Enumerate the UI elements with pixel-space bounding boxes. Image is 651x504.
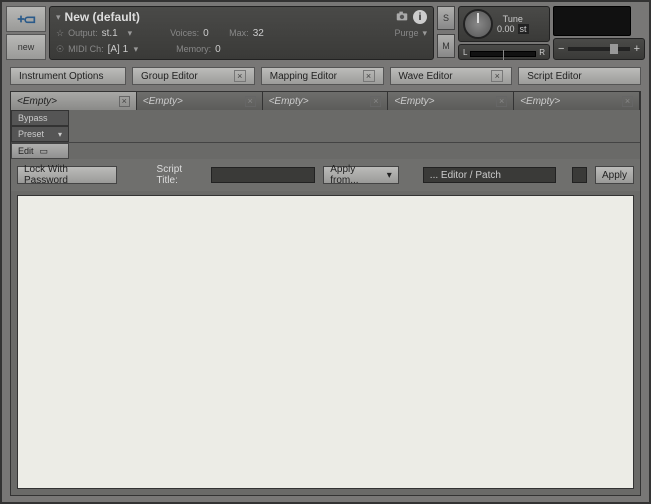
chevron-down-icon[interactable]: ▾ bbox=[56, 12, 61, 23]
chevron-down-icon[interactable]: ▾ bbox=[422, 28, 427, 39]
script-editor-label: Script Editor bbox=[527, 71, 581, 82]
tune-panel: Tune 0.00 st bbox=[458, 6, 550, 42]
editor-tabs-bar: Instrument Options Group Editor × Mapping… bbox=[2, 64, 649, 91]
volume-slider[interactable] bbox=[568, 47, 629, 51]
edit-label: Edit bbox=[18, 146, 34, 156]
editor-patch-label: ... Editor / Patch bbox=[430, 170, 501, 181]
bypass-label: Bypass bbox=[18, 113, 48, 123]
edit-button[interactable]: Edit ▭ bbox=[11, 143, 69, 159]
midi-label: MIDI Ch: bbox=[68, 44, 104, 54]
chevron-down-icon[interactable]: ▾ bbox=[134, 44, 139, 55]
meter-right-label: R bbox=[539, 48, 545, 57]
voices-max-value[interactable]: 32 bbox=[253, 28, 275, 39]
chevron-down-icon: ▾ bbox=[58, 130, 62, 139]
volume-plus[interactable]: + bbox=[634, 43, 640, 55]
script-tab-1[interactable]: <Empty> × bbox=[11, 92, 137, 110]
script-tab-3[interactable]: <Empty> × bbox=[263, 92, 389, 110]
volume-slider-row: − + bbox=[553, 38, 645, 60]
close-icon[interactable]: × bbox=[363, 70, 375, 82]
wrench-icon[interactable] bbox=[6, 6, 46, 32]
output-label: ☆ bbox=[56, 28, 64, 39]
mute-button[interactable]: M bbox=[437, 34, 455, 58]
tune-label: Tune bbox=[503, 14, 523, 24]
tab-label: <Empty> bbox=[17, 96, 57, 107]
apply-from-label: Apply from... bbox=[330, 164, 383, 186]
instrument-header: new ▾ New (default) i ☆ Output: st.1 ▾ bbox=[2, 2, 649, 64]
apply-from-dropdown[interactable]: Apply from... ▾ bbox=[323, 166, 399, 184]
group-editor-button[interactable]: Group Editor × bbox=[132, 67, 255, 85]
script-canvas bbox=[17, 195, 634, 489]
memory-label: Memory: bbox=[176, 44, 211, 54]
script-title-label: Script Title: bbox=[157, 164, 204, 186]
wave-editor-button[interactable]: Wave Editor × bbox=[390, 67, 513, 85]
close-icon[interactable]: × bbox=[245, 96, 256, 107]
edit-page-icon: ▭ bbox=[40, 146, 49, 157]
wave-editor-label: Wave Editor bbox=[399, 71, 453, 82]
output-label-text: Output: bbox=[68, 28, 98, 38]
apply-label: Apply bbox=[602, 170, 627, 181]
script-tabs: <Empty> × <Empty> × <Empty> × <Empty> × <Emp… bbox=[11, 92, 640, 110]
close-icon[interactable]: × bbox=[370, 96, 381, 107]
script-toolbar: Lock With Password Script Title: Apply f… bbox=[11, 159, 640, 191]
instrument-title[interactable]: New (default) bbox=[65, 10, 140, 24]
midi-value[interactable]: [A] 1 bbox=[108, 44, 130, 55]
output-value[interactable]: st.1 bbox=[102, 28, 124, 39]
volume-minus[interactable]: − bbox=[558, 43, 564, 55]
camera-icon[interactable] bbox=[395, 9, 409, 26]
close-icon[interactable]: × bbox=[119, 96, 130, 107]
script-tab-2[interactable]: <Empty> × bbox=[137, 92, 263, 110]
apply-button[interactable]: Apply bbox=[595, 166, 634, 184]
close-icon[interactable]: × bbox=[622, 96, 633, 107]
editor-patch-field[interactable]: ... Editor / Patch bbox=[423, 167, 556, 183]
instrument-options-label: Instrument Options bbox=[19, 71, 103, 82]
close-icon[interactable]: × bbox=[491, 70, 503, 82]
new-instrument-button[interactable]: new bbox=[6, 34, 46, 60]
memory-value: 0 bbox=[215, 44, 237, 55]
tune-unit: st bbox=[518, 24, 529, 34]
tab-label: <Empty> bbox=[520, 96, 560, 107]
close-icon[interactable]: × bbox=[639, 4, 645, 15]
tune-knob[interactable] bbox=[463, 9, 493, 39]
purge-label[interactable]: Purge bbox=[394, 28, 418, 38]
voices-max-label: Max: bbox=[229, 28, 249, 38]
script-tab-4[interactable]: <Empty> × bbox=[388, 92, 514, 110]
new-label: new bbox=[18, 42, 35, 52]
solo-button[interactable]: S bbox=[437, 6, 455, 30]
tab-label: <Empty> bbox=[394, 96, 434, 107]
tab-label: <Empty> bbox=[269, 96, 309, 107]
preset-label: Preset bbox=[18, 129, 44, 139]
chevron-down-icon: ▾ bbox=[387, 170, 392, 181]
script-title-input[interactable] bbox=[211, 167, 315, 183]
tab-label: <Empty> bbox=[143, 96, 183, 107]
apply-checkbox[interactable] bbox=[572, 167, 587, 183]
meter-left-label: L bbox=[463, 48, 467, 57]
pan-meter[interactable]: L R bbox=[458, 44, 550, 60]
voices-value: 0 bbox=[203, 28, 225, 39]
close-icon[interactable]: × bbox=[234, 70, 246, 82]
instrument-info-panel: ▾ New (default) i ☆ Output: st.1 ▾ Voice… bbox=[49, 6, 434, 60]
tune-value[interactable]: 0.00 bbox=[497, 24, 515, 34]
script-tab-5[interactable]: <Empty> × bbox=[514, 92, 640, 110]
bypass-button[interactable]: Bypass bbox=[11, 110, 69, 126]
script-editor-button[interactable]: Script Editor bbox=[518, 67, 641, 85]
level-display bbox=[553, 6, 631, 36]
preset-dropdown[interactable]: Preset ▾ bbox=[11, 126, 69, 142]
lock-label: Lock With Password bbox=[24, 164, 110, 186]
mapping-editor-label: Mapping Editor bbox=[270, 71, 337, 82]
chevron-down-icon[interactable]: ▾ bbox=[128, 28, 133, 39]
group-editor-label: Group Editor bbox=[141, 71, 198, 82]
close-icon[interactable]: × bbox=[496, 96, 507, 107]
lock-with-password-button[interactable]: Lock With Password bbox=[17, 166, 117, 184]
script-editor-panel: <Empty> × <Empty> × <Empty> × <Empty> × <Emp… bbox=[10, 91, 641, 496]
mapping-editor-button[interactable]: Mapping Editor × bbox=[261, 67, 384, 85]
info-icon[interactable]: i bbox=[413, 10, 427, 24]
midi-label-star: ☉ bbox=[56, 44, 64, 55]
voices-label: Voices: bbox=[170, 28, 199, 38]
instrument-options-button[interactable]: Instrument Options bbox=[10, 67, 126, 85]
